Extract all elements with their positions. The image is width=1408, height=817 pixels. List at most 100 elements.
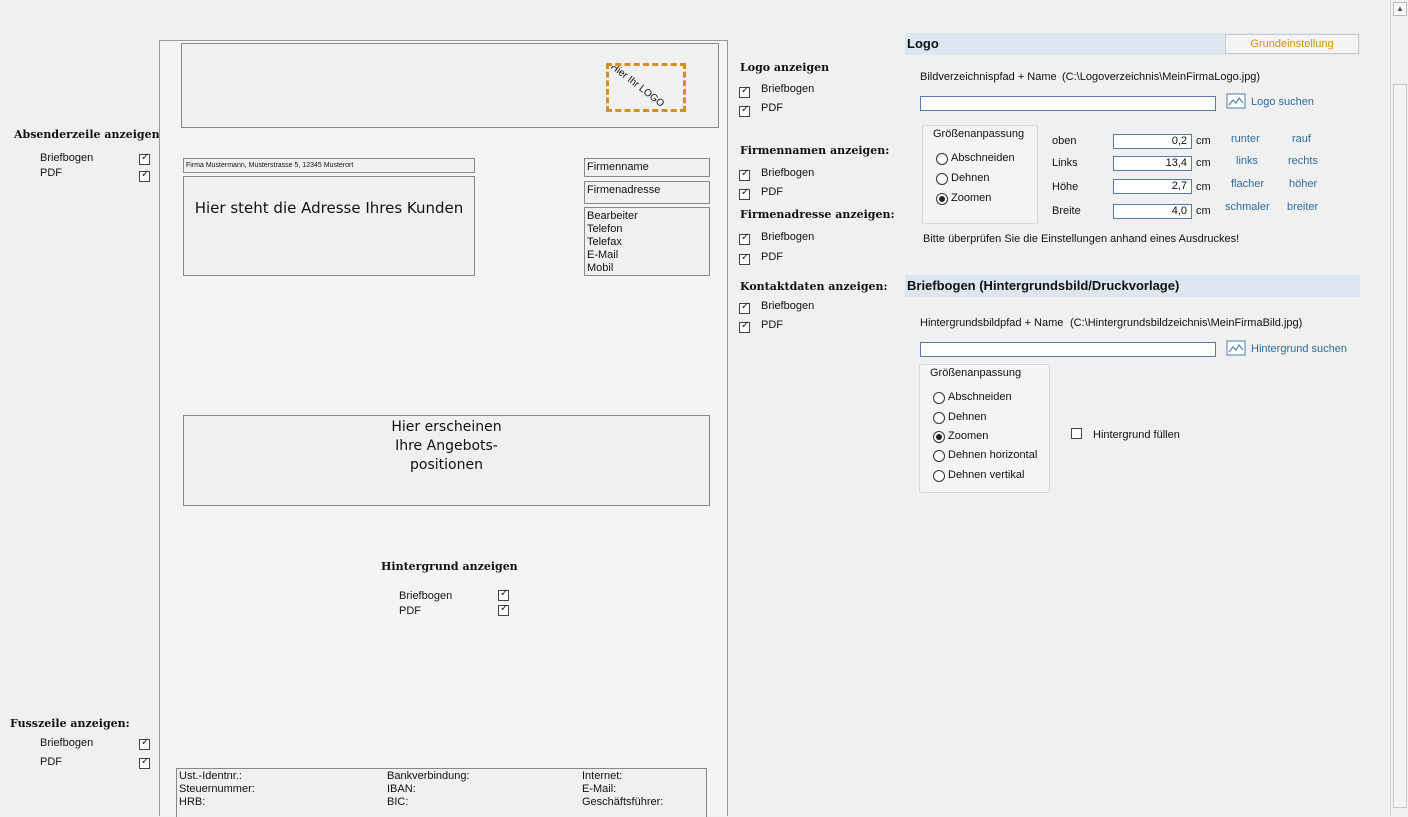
logo-search-icon[interactable]	[1226, 93, 1246, 109]
footer-field: E-Mail:	[582, 783, 617, 795]
letter-preview: Hier Ihr LOGO Firma Mustermann, Musterst…	[159, 40, 728, 817]
footer-field: Steuernummer:	[179, 783, 255, 795]
name-briefbogen-checkbox[interactable]	[739, 168, 750, 181]
logo-briefbogen-label: Briefbogen	[761, 83, 815, 95]
sender-line-title: Absenderzeile anzeigen	[14, 128, 160, 141]
logo-radio-zoomen-label: Zoomen	[951, 192, 992, 204]
background-title: Hintergrund anzeigen	[381, 560, 518, 573]
logo-resize-group: Größenanpassung Abschneiden Dehnen Zoome…	[922, 125, 1038, 224]
bg-radio-dehnen-horizontal[interactable]	[933, 450, 945, 462]
bg-fill-label: Hintergrund füllen	[1093, 429, 1180, 441]
background-briefbogen-checkbox[interactable]	[498, 588, 509, 601]
preview-header: Hier Ihr LOGO	[181, 43, 719, 128]
sender-pdf-checkbox[interactable]	[139, 169, 150, 182]
address-pdf-label: PDF	[761, 251, 783, 263]
dim-oben-input[interactable]: 0,2	[1113, 134, 1192, 149]
bg-path-input[interactable]	[920, 342, 1216, 357]
logo-radio-dehnen[interactable]	[936, 173, 948, 185]
name-show-title: Firmennamen anzeigen:	[740, 144, 890, 157]
bg-path-label: Hintergrundsbildpfad + Name	[920, 317, 1064, 329]
scroll-up-arrow-icon[interactable]: ▲	[1393, 2, 1407, 16]
bg-radio-dehnen-label: Dehnen	[948, 411, 987, 423]
logo-path-value: (C:\Logoverzeichnis\MeinFirmaLogo.jpg)	[1062, 71, 1261, 83]
contact-pdf-label: PDF	[761, 319, 783, 331]
logo-placeholder-text: Hier Ihr LOGO	[608, 63, 667, 110]
dim-breite-unit: cm	[1196, 205, 1211, 217]
preview-sender-line: Firma Mustermann, Musterstrasse 5, 12345…	[183, 158, 475, 173]
vertical-scrollbar[interactable]: ▲	[1390, 0, 1408, 816]
footer-field: Geschäftsführer:	[582, 796, 664, 808]
preview-address-box: Hier steht die Adresse Ihres Kunden	[183, 176, 475, 276]
bg-fill-checkbox[interactable]	[1071, 428, 1082, 439]
preview-company-name: Firmenname	[584, 158, 710, 177]
logo-path-input[interactable]	[920, 96, 1216, 111]
background-section-header: Briefbogen (Hintergrundsbild/Druckvorlag…	[905, 275, 1360, 297]
logo-radio-zoomen[interactable]	[936, 193, 948, 205]
default-settings-button[interactable]: Grundeinstellung	[1225, 34, 1359, 54]
footer-pdf-label: PDF	[40, 756, 62, 768]
bg-radio-zoomen[interactable]	[933, 431, 945, 443]
bg-search-icon[interactable]	[1226, 340, 1246, 356]
logo-show-title: Logo anzeigen	[740, 61, 830, 74]
bg-radio-zoomen-label: Zoomen	[948, 430, 989, 442]
dim-breite-label: Breite	[1052, 205, 1081, 217]
contact-line: Telefax	[587, 236, 622, 248]
sender-briefbogen-checkbox[interactable]	[139, 152, 150, 165]
name-briefbogen-label: Briefbogen	[761, 167, 815, 179]
preview-contact-box: Bearbeiter Telefon Telefax E-Mail Mobil	[584, 207, 710, 276]
bg-search-link[interactable]: Hintergrund suchen	[1251, 343, 1347, 355]
positions-line: Hier erscheinen	[391, 419, 502, 435]
address-briefbogen-checkbox[interactable]	[739, 232, 750, 245]
bg-resize-group: Größenanpassung Abschneiden Dehnen Zoome…	[919, 364, 1050, 493]
positions-line: Ihre Angebots-	[395, 438, 498, 454]
logo-radio-abschneiden-label: Abschneiden	[951, 152, 1015, 164]
logo-placeholder[interactable]: Hier Ihr LOGO	[606, 63, 686, 112]
footer-pdf-checkbox[interactable]	[139, 756, 150, 769]
contact-briefbogen-checkbox[interactable]	[739, 301, 750, 314]
contact-show-title: Kontaktdaten anzeigen:	[740, 280, 888, 293]
logo-briefbogen-checkbox[interactable]	[739, 85, 750, 98]
bg-radio-abschneiden[interactable]	[933, 392, 945, 404]
bg-radio-dehnen[interactable]	[933, 412, 945, 424]
dim-breite-input[interactable]: 4,0	[1113, 204, 1192, 219]
footer-field: BIC:	[387, 796, 409, 808]
flatter-link[interactable]: flacher	[1231, 178, 1264, 190]
move-left-link[interactable]: links	[1236, 155, 1258, 167]
preview-positions-box: Hier erscheinen Ihre Angebots- positione…	[183, 415, 710, 506]
dim-hoehe-input[interactable]: 2,7	[1113, 179, 1192, 194]
name-pdf-label: PDF	[761, 186, 783, 198]
contact-line: E-Mail	[587, 249, 619, 261]
footer-field: Ust.-Identnr.:	[179, 770, 242, 782]
footer-briefbogen-checkbox[interactable]	[139, 737, 150, 750]
higher-link[interactable]: höher	[1289, 178, 1317, 190]
background-pdf-checkbox[interactable]	[498, 603, 509, 616]
name-pdf-checkbox[interactable]	[739, 187, 750, 200]
logo-pdf-checkbox[interactable]	[739, 104, 750, 117]
move-right-link[interactable]: rechts	[1288, 155, 1318, 167]
dim-hoehe-unit: cm	[1196, 181, 1211, 193]
bg-radio-dehnen-vertikal[interactable]	[933, 470, 945, 482]
dim-oben-unit: cm	[1196, 135, 1211, 147]
footer-field: Bankverbindung:	[387, 770, 470, 782]
contact-pdf-checkbox[interactable]	[739, 320, 750, 333]
address-pdf-checkbox[interactable]	[739, 252, 750, 265]
scrollbar-thumb[interactable]	[1393, 84, 1407, 808]
preview-company-address: Firmenadresse	[584, 181, 710, 204]
logo-check-note: Bitte überprüfen Sie die Einstellungen a…	[923, 233, 1240, 245]
contact-line: Mobil	[587, 262, 614, 274]
logo-radio-abschneiden[interactable]	[936, 153, 948, 165]
move-up-link[interactable]: rauf	[1292, 133, 1311, 145]
wider-link[interactable]: breiter	[1287, 201, 1318, 213]
bg-resize-group-title: Größenanpassung	[930, 367, 1022, 379]
preview-footer: Ust.-Identnr.: Steuernummer: HRB: Bankve…	[176, 768, 707, 817]
address-briefbogen-label: Briefbogen	[761, 231, 815, 243]
background-pdf-label: PDF	[399, 605, 421, 617]
dim-links-input[interactable]: 13,4	[1113, 156, 1192, 171]
background-briefbogen-label: Briefbogen	[399, 590, 453, 602]
narrower-link[interactable]: schmaler	[1225, 201, 1270, 213]
move-down-link[interactable]: runter	[1231, 133, 1260, 145]
preview-address-text: Hier steht die Adresse Ihres Kunden	[194, 199, 464, 217]
dim-hoehe-label: Höhe	[1052, 181, 1079, 193]
logo-search-link[interactable]: Logo suchen	[1251, 96, 1314, 108]
footer-field: Internet:	[582, 770, 623, 782]
